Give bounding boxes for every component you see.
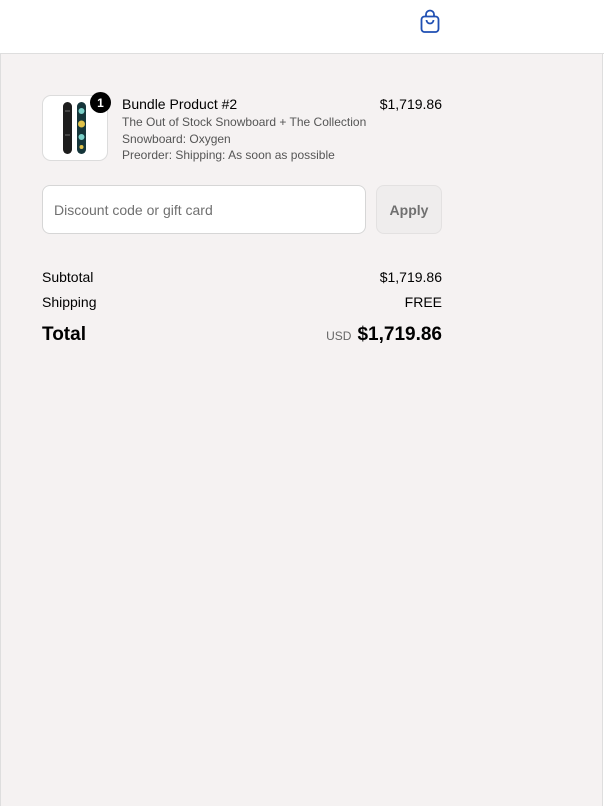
line-item: 1 Bundle Product #2 The Out of Stock Sno… [42, 92, 442, 165]
preorder-note: Preorder: Shipping: As soon as possible [122, 148, 335, 162]
order-summary: 1 Bundle Product #2 The Out of Stock Sno… [0, 54, 603, 806]
total-value-group: USD $1,719.86 [326, 324, 442, 346]
total-row: Total USD $1,719.86 [42, 324, 442, 346]
bundle-component: The Out of Stock Snowboard + The Collect… [122, 115, 367, 129]
product-title: Bundle Product #2 [122, 96, 238, 112]
shipping-label: Shipping [42, 294, 97, 310]
discount-form: Apply [42, 185, 442, 234]
discount-code-input[interactable] [42, 185, 366, 234]
currency-code: USD [326, 329, 352, 343]
shipping-value: FREE [404, 294, 442, 310]
checkout-header [0, 0, 604, 54]
line-item-price: $1,719.86 [379, 96, 442, 112]
total-label: Total [42, 324, 86, 345]
total-amount: $1,719.86 [357, 324, 442, 345]
apply-button[interactable]: Apply [376, 185, 442, 234]
bundle-component: Snowboard: Oxygen [122, 131, 231, 146]
product-thumbnail: 1 [42, 92, 111, 161]
shopping-bag-icon [420, 9, 440, 33]
subtotal-label: Subtotal [42, 269, 94, 285]
quantity-badge: 1 [90, 92, 111, 113]
subtotal-value: $1,719.86 [379, 269, 442, 285]
subtotal-row: Subtotal $1,719.86 [42, 267, 442, 292]
shipping-row: Shipping FREE [42, 292, 442, 317]
cart-button[interactable] [416, 8, 444, 36]
line-item-details: Bundle Product #2 The Out of Stock Snowb… [122, 95, 382, 164]
totals-section: Subtotal $1,719.86 Shipping FREE Total U… [42, 267, 442, 346]
